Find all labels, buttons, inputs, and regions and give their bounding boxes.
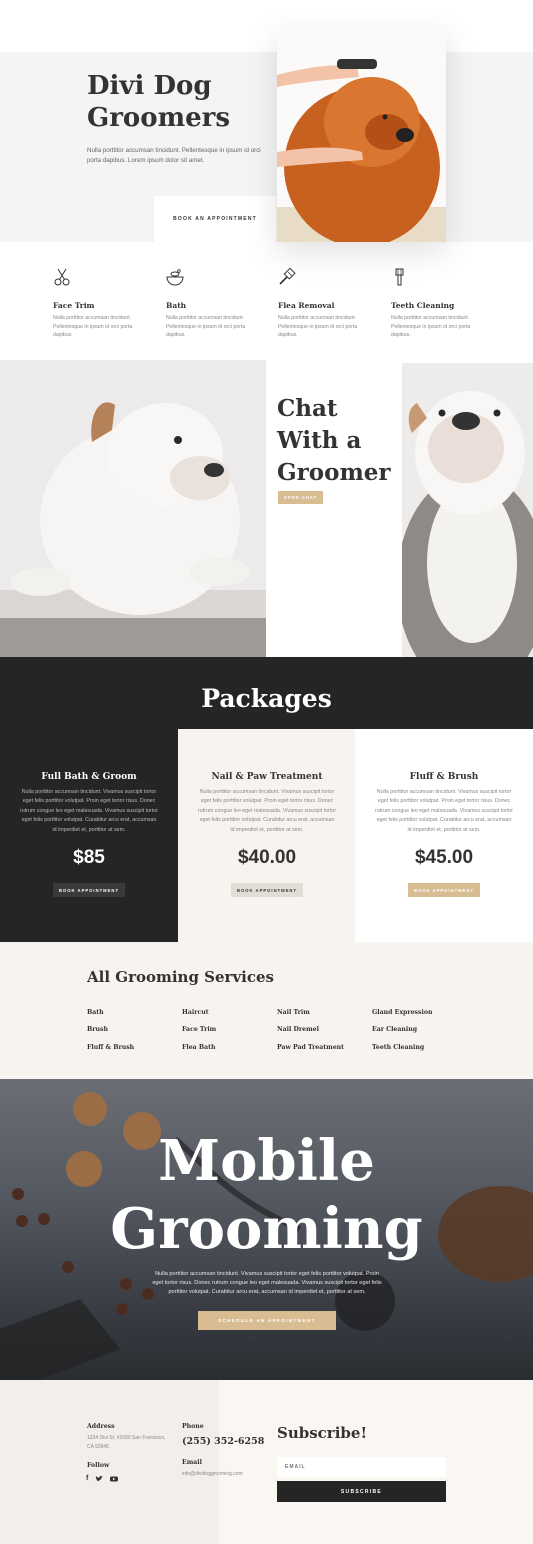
service-item: Haircut (182, 1009, 209, 1016)
book-appointment-button[interactable]: BOOK APPOINTMENT (53, 883, 125, 898)
subscribe-button[interactable]: SUBSCRIBE (277, 1481, 446, 1502)
email-address[interactable]: info@dividoggrooming.com (182, 1470, 243, 1479)
package-description: Nulla porttitor accumsan tincidunt. Viva… (375, 789, 513, 833)
service-item: Paw Pad Treatment (277, 1044, 345, 1051)
mobile-grooming-title: Mobile Grooming (0, 1127, 533, 1263)
facebook-icon[interactable]: f (86, 1475, 88, 1483)
package-card-full-bath: Full Bath & Groom Nulla porttitor accums… (0, 729, 178, 942)
service-title: Face Trim (53, 301, 95, 310)
service-item: Nail Dremel (277, 1026, 319, 1033)
package-card-fluff-brush: Fluff & Brush Nulla porttitor accumsan t… (355, 729, 533, 942)
package-description: Nulla porttitor accumsan tincidunt. Viva… (198, 789, 336, 833)
service-description: Nulla porttitor accumsan tincidunt. Pell… (53, 315, 133, 338)
hero-dog-photo (277, 27, 446, 242)
address-text: 1234 Divi St. #1000 San Francisco, CA 93… (87, 1435, 166, 1450)
bowl-icon (166, 269, 184, 286)
service-title: Flea Removal (278, 301, 335, 310)
chat-title-line-1: Chat (277, 395, 338, 422)
service-item: Nail Trim (277, 1009, 310, 1016)
subscribe-title: Subscribe! (277, 1424, 368, 1442)
all-services-section (0, 942, 533, 1079)
package-price: $40.00 (237, 847, 297, 869)
mobile-title-line-2: Grooming (110, 1196, 423, 1262)
address-label: Address (87, 1423, 115, 1430)
scissors-icon (54, 268, 70, 286)
package-description: Nulla porttitor accumsan tincidunt. Viva… (20, 789, 158, 833)
package-name: Nail & Paw Treatment (211, 772, 323, 782)
service-item: Brush (87, 1026, 108, 1033)
bulldog-photo-left (0, 360, 266, 657)
service-item: Bath (87, 1009, 104, 1016)
service-face-trim: Face Trim Nulla porttitor accumsan tinci… (53, 268, 143, 340)
youtube-icon[interactable] (110, 1475, 119, 1483)
chat-title: Chat With a Groomer (277, 393, 397, 489)
schedule-appointment-button[interactable]: SCHEDULE AN APPOINTMENT (198, 1311, 336, 1330)
service-description: Nulla porttitor accumsan tincidunt. Pell… (166, 315, 246, 338)
phone-label: Phone (182, 1423, 204, 1430)
hero-title-line-2: Groomers (87, 103, 230, 133)
phone-number[interactable]: (255) 352-6258 (182, 1436, 264, 1447)
book-appointment-button[interactable]: BOOK AN APPOINTMENT (154, 196, 276, 242)
follow-label: Follow (87, 1462, 110, 1469)
service-description: Nulla porttitor accumsan tincidunt. Pell… (391, 315, 471, 338)
email-input[interactable] (277, 1457, 446, 1477)
all-services-title: All Grooming Services (87, 968, 274, 986)
service-item: Fluff & Brush (87, 1044, 135, 1051)
chat-title-line-3: Groomer (277, 459, 391, 486)
service-bath: Bath Nulla porttitor accumsan tincidunt.… (166, 268, 256, 340)
service-flea-removal: Flea Removal Nulla porttitor accumsan ti… (278, 267, 368, 340)
service-item: Ear Cleaning (372, 1026, 418, 1033)
comb-icon (279, 267, 296, 285)
service-teeth-cleaning: Teeth Cleaning Nulla porttitor accumsan … (391, 268, 481, 340)
package-name: Fluff & Brush (409, 772, 479, 782)
hero-title-line-1: Divi Dog (87, 71, 212, 101)
service-description: Nulla porttitor accumsan tincidunt. Pell… (278, 315, 358, 338)
service-item: Gland Expression (372, 1009, 433, 1016)
package-price: $45.00 (414, 847, 474, 869)
package-name: Full Bath & Groom (41, 772, 137, 782)
hero-text: Nulla porttitor accumsan tincidunt. Pell… (87, 147, 261, 164)
chat-title-line-2: With a (277, 427, 362, 454)
bulldog-photo-right (402, 363, 533, 657)
package-card-nail-paw: Nail & Paw Treatment Nulla porttitor acc… (178, 729, 356, 942)
toothbrush-icon (395, 268, 404, 286)
service-item: Face Trim (182, 1026, 217, 1033)
service-item: Teeth Cleaning (372, 1044, 425, 1051)
twitter-icon[interactable] (95, 1475, 104, 1483)
mobile-grooming-text: Nulla porttitor accumsan tincidunt. Viva… (152, 1271, 382, 1295)
hero-title: Divi Dog Groomers (87, 70, 267, 134)
service-title: Bath (166, 301, 187, 310)
package-price: $85 (73, 847, 105, 869)
book-appointment-button[interactable]: BOOK APPOINTMENT (231, 883, 303, 898)
email-label: Email (182, 1459, 202, 1466)
book-appointment-button[interactable]: BOOK APPOINTMENT (408, 883, 480, 898)
mobile-title-line-1: Mobile (158, 1128, 375, 1194)
social-links: f (86, 1475, 119, 1483)
service-title: Teeth Cleaning (391, 301, 455, 310)
packages-title: Packages (201, 684, 332, 713)
service-item: Flea Bath (182, 1044, 216, 1051)
open-chat-button[interactable]: OPEN CHAT (278, 491, 323, 504)
